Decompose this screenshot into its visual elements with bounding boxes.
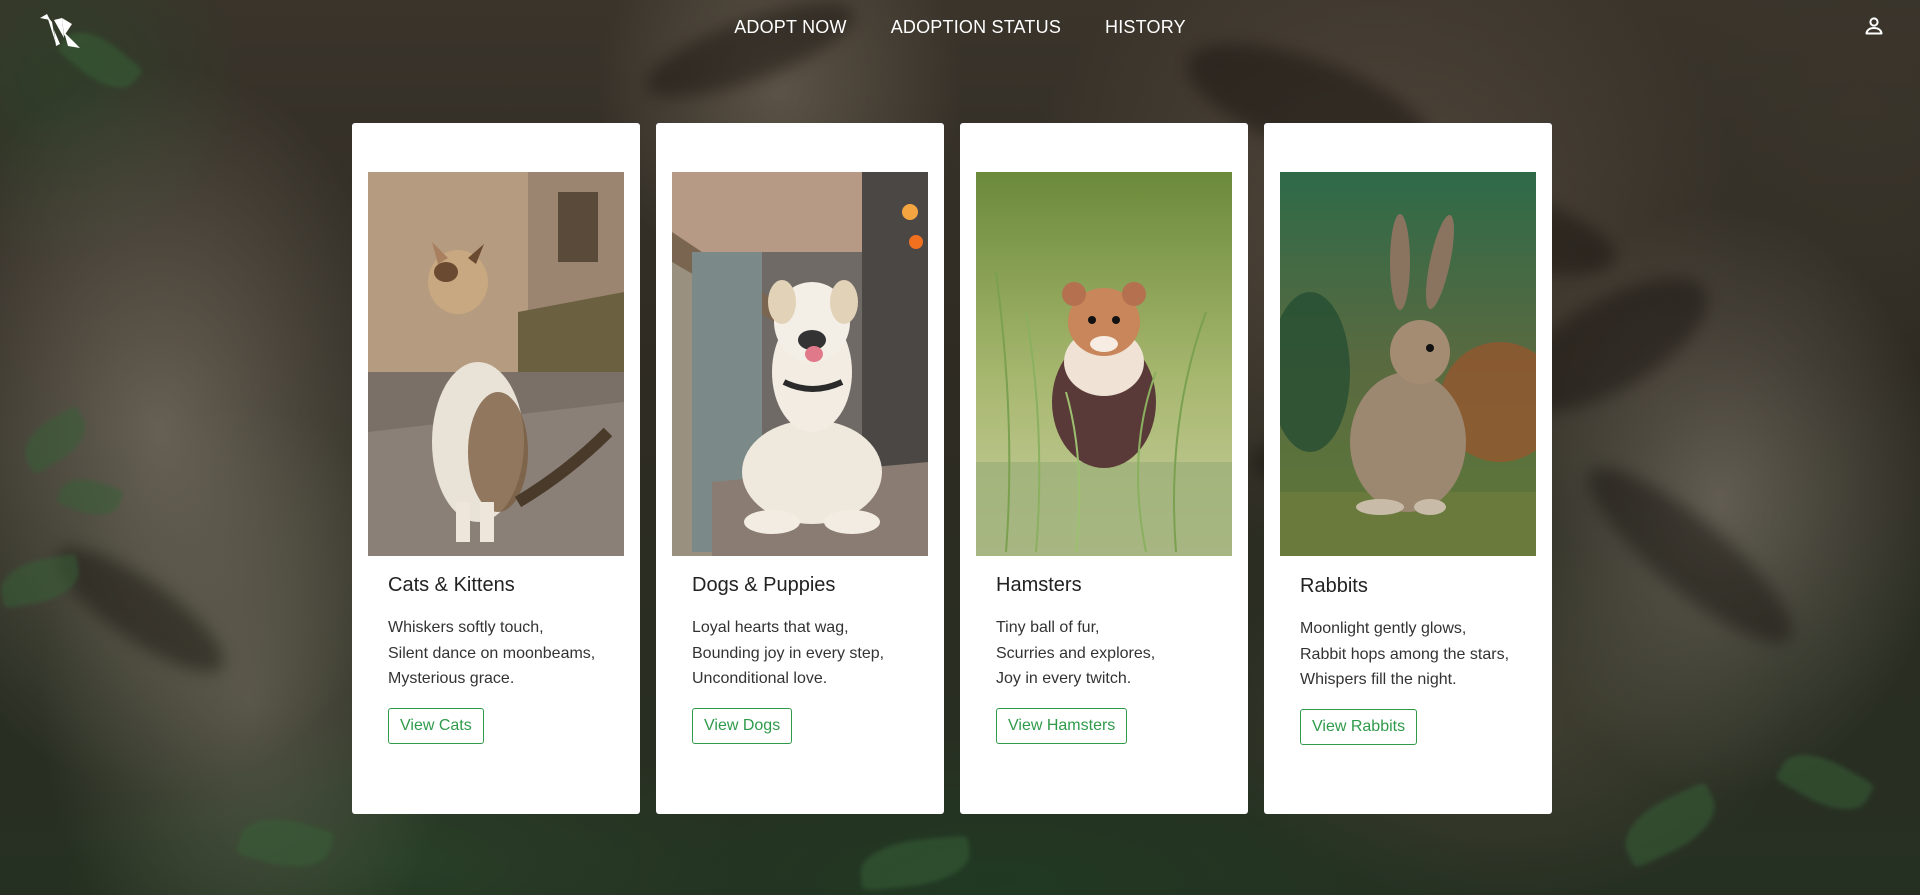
poem-line: Unconditional love. bbox=[692, 670, 828, 687]
card-poem: Loyal hearts that wag, Bounding joy in e… bbox=[692, 615, 924, 692]
user-icon[interactable] bbox=[1862, 14, 1886, 38]
main-nav: ADOPT NOW ADOPTION STATUS HISTORY bbox=[0, 0, 1920, 54]
view-dogs-button[interactable]: View Dogs bbox=[692, 707, 793, 744]
card-cats: Cats & Kittens Whiskers softly touch, Si… bbox=[352, 123, 640, 814]
nav-adopt-now[interactable]: ADOPT NOW bbox=[734, 17, 846, 38]
poem-line: Whiskers softly touch, bbox=[388, 619, 544, 636]
poem-line: Tiny ball of fur, bbox=[996, 619, 1100, 636]
card-title: Dogs & Puppies bbox=[692, 574, 836, 596]
card-dogs: Dogs & Puppies Loyal hearts that wag, Bo… bbox=[656, 123, 944, 814]
poem-line: Moonlight gently glows, bbox=[1300, 620, 1467, 637]
white-dog-photo bbox=[672, 172, 928, 556]
poem-line: Rabbit hops among the stars, bbox=[1300, 645, 1510, 663]
card-poem: Whiskers softly touch, Silent dance on m… bbox=[388, 615, 620, 692]
top-navbar: ADOPT NOW ADOPTION STATUS HISTORY bbox=[0, 0, 1920, 54]
card-poem: Moonlight gently glows, Rabbit hops amon… bbox=[1300, 616, 1532, 693]
card-title: Rabbits bbox=[1300, 575, 1368, 597]
card-title: Hamsters bbox=[996, 574, 1082, 596]
calico-cat-photo bbox=[368, 172, 624, 556]
poem-line: Loyal hearts that wag, bbox=[692, 619, 849, 636]
poem-line: Silent dance on moonbeams, bbox=[388, 644, 596, 662]
card-title: Cats & Kittens bbox=[388, 574, 515, 596]
view-hamsters-button[interactable]: View Hamsters bbox=[996, 707, 1128, 744]
poem-line: Joy in every twitch. bbox=[996, 670, 1132, 687]
card-body: Cats & Kittens Whiskers softly touch, Si… bbox=[388, 574, 620, 744]
card-hamsters: Hamsters Tiny ball of fur, Scurries and … bbox=[960, 123, 1248, 814]
poem-line: Scurries and explores, bbox=[996, 644, 1156, 662]
poem-line: Mysterious grace. bbox=[388, 670, 515, 687]
card-body: Dogs & Puppies Loyal hearts that wag, Bo… bbox=[692, 574, 924, 744]
hamster-in-grass-photo bbox=[976, 172, 1232, 556]
poem-line: Whispers fill the night. bbox=[1300, 671, 1457, 688]
view-cats-button[interactable]: View Cats bbox=[388, 707, 484, 744]
card-body: Rabbits Moonlight gently glows, Rabbit h… bbox=[1300, 575, 1532, 745]
poem-line: Bounding joy in every step, bbox=[692, 644, 885, 662]
nav-history[interactable]: HISTORY bbox=[1105, 17, 1186, 38]
card-poem: Tiny ball of fur, Scurries and explores,… bbox=[996, 615, 1228, 692]
nav-adoption-status[interactable]: ADOPTION STATUS bbox=[891, 17, 1061, 38]
pet-category-cards: Cats & Kittens Whiskers softly touch, Si… bbox=[352, 123, 1552, 814]
wild-rabbit-photo bbox=[1280, 172, 1536, 556]
view-rabbits-button[interactable]: View Rabbits bbox=[1300, 708, 1418, 745]
card-body: Hamsters Tiny ball of fur, Scurries and … bbox=[996, 574, 1228, 744]
card-rabbits: Rabbits Moonlight gently glows, Rabbit h… bbox=[1264, 123, 1552, 814]
